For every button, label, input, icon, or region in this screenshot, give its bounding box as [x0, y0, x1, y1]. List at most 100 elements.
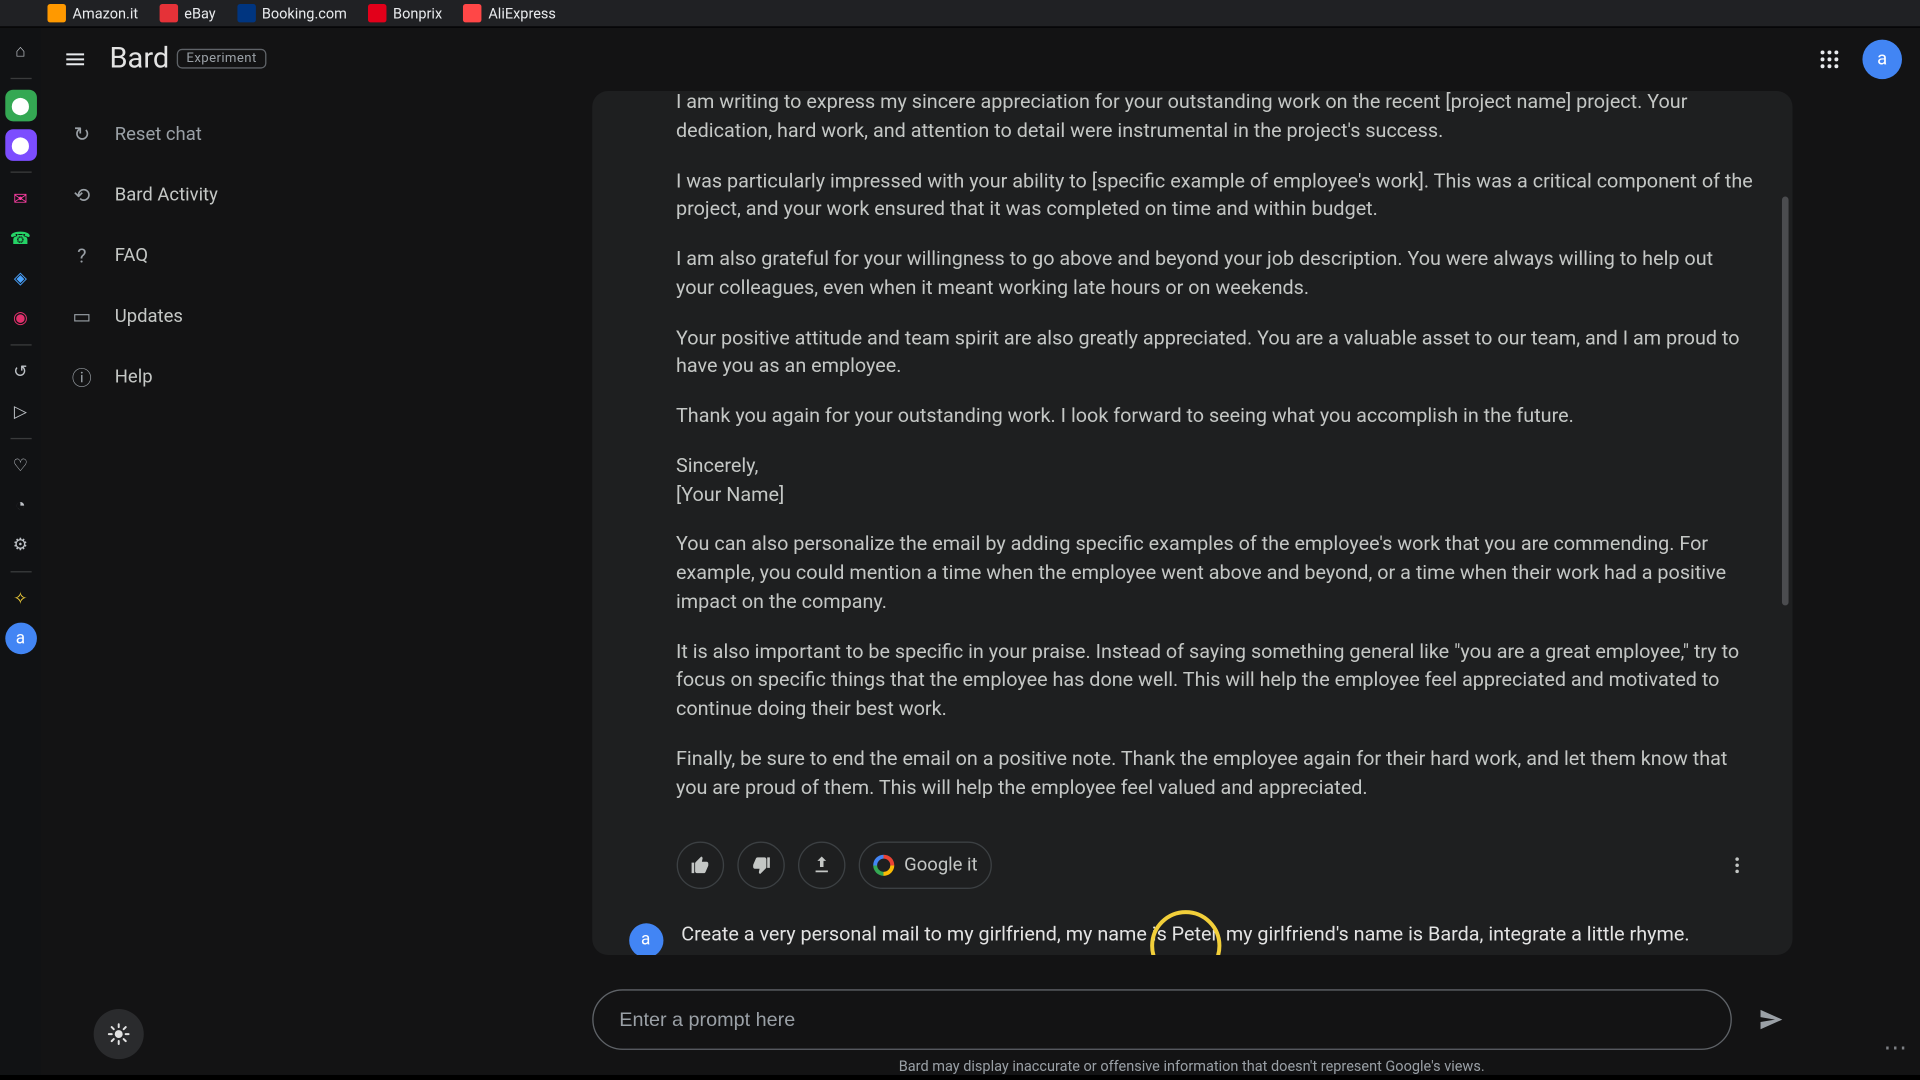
page: Bard Experiment a	[41, 28, 1920, 1075]
account-avatar[interactable]: a	[1862, 39, 1902, 79]
composer	[592, 989, 1792, 1050]
rail-gear-icon[interactable]: ⚙	[5, 529, 37, 561]
updates-icon: ▭	[67, 302, 96, 331]
sidebar-item-label: Reset chat	[115, 124, 202, 145]
sidebar-item-reset-chat[interactable]: ↻ Reset chat	[51, 107, 452, 162]
rail-app3-icon[interactable]: ◈	[5, 262, 37, 294]
google-logo-icon	[873, 855, 894, 876]
top-bar: Bard Experiment a	[41, 28, 1920, 91]
sidebar-item-updates[interactable]: ▭ Updates	[51, 289, 452, 344]
rail-separator	[10, 344, 31, 345]
help-filled-icon: ⓘ	[67, 363, 96, 392]
user-line: Create a very personal mail to my girlfr…	[681, 921, 1689, 950]
thumbs-up-button[interactable]	[676, 842, 723, 889]
aliexpress-favicon-icon	[463, 4, 481, 22]
more-vertical-icon	[1726, 855, 1747, 876]
google-it-label: Google it	[904, 855, 977, 876]
refresh-icon: ↻	[67, 120, 96, 149]
bookmark-label: Booking.com	[262, 5, 347, 22]
user-avatar-letter: a	[641, 928, 650, 953]
thumbs-down-icon	[750, 855, 771, 876]
rail-app1-icon[interactable]: ⬤	[5, 90, 37, 122]
message-actions: Google it	[629, 842, 1755, 889]
bookmark-label: Amazon.it	[73, 5, 139, 22]
theme-toggle-button[interactable]	[94, 1009, 144, 1059]
google-it-button[interactable]: Google it	[858, 842, 992, 889]
apps-grid-icon	[1818, 47, 1842, 71]
bookmarks-bar: Amazon.it eBay Booking.com Bonprix AliEx…	[0, 0, 1920, 28]
bookmark-amazon[interactable]: Amazon.it	[47, 4, 138, 22]
bookmark-ebay[interactable]: eBay	[159, 4, 215, 22]
rail-separator	[10, 438, 31, 439]
share-icon	[811, 855, 832, 876]
more-options-button[interactable]	[1718, 847, 1755, 884]
bonprix-favicon-icon	[368, 4, 386, 22]
sidebar-item-label: Updates	[115, 306, 183, 327]
bookmark-booking[interactable]: Booking.com	[237, 4, 347, 22]
assistant-paragraph: Your positive attitude and team spirit a…	[676, 324, 1755, 381]
left-nav: ↻ Reset chat ⟲ Bard Activity ? FAQ ▭ Upd…	[41, 91, 463, 1075]
history-icon: ⟲	[67, 181, 96, 210]
rail-sparkle-icon[interactable]: ✧	[5, 583, 37, 615]
sidebar-item-label: FAQ	[115, 245, 148, 266]
bookmark-bonprix[interactable]: Bonprix	[368, 4, 442, 22]
rail-history-icon[interactable]: ↺	[5, 356, 37, 388]
assistant-paragraph: I was particularly impressed with your a…	[676, 167, 1755, 224]
rail-heart-icon[interactable]: ♡	[5, 450, 37, 482]
thumbs-down-button[interactable]	[737, 842, 784, 889]
assistant-message: I am writing to express my sincere appre…	[629, 96, 1755, 834]
avatar-letter: a	[1877, 48, 1887, 69]
rail-separator	[10, 78, 31, 79]
rail-instagram-icon[interactable]: ◉	[5, 302, 37, 334]
sidebar-item-label: Bard Activity	[115, 185, 218, 206]
rail-separator	[10, 571, 31, 572]
brand-name: Bard	[109, 42, 169, 75]
sidebar-item-help[interactable]: ⓘ Help	[51, 350, 452, 405]
panel-scrollbar[interactable]	[1781, 197, 1788, 606]
google-apps-button[interactable]	[1810, 39, 1850, 79]
thumbs-up-icon	[689, 855, 710, 876]
assistant-paragraph: I am also grateful for your willingness …	[676, 245, 1755, 302]
main-area: I am writing to express my sincere appre…	[463, 91, 1920, 1075]
sun-icon	[107, 1022, 131, 1046]
menu-toggle-button[interactable]	[54, 38, 96, 80]
bookmark-label: AliExpress	[488, 5, 556, 22]
send-icon	[1756, 1005, 1785, 1034]
bookmark-label: eBay	[184, 5, 215, 22]
assistant-paragraph: [Your Name]	[676, 481, 1755, 510]
disclaimer-text: Bard may display inaccurate or offensive…	[899, 1058, 1485, 1075]
bookmark-aliexpress[interactable]: AliExpress	[463, 4, 556, 22]
ebay-favicon-icon	[159, 4, 177, 22]
sidebar-item-faq[interactable]: ? FAQ	[51, 228, 452, 283]
rail-app2-icon[interactable]: ⬤	[5, 129, 37, 161]
hamburger-icon	[63, 47, 87, 71]
user-message-text: Create a very personal mail to my girlfr…	[681, 921, 1689, 955]
assistant-paragraph: Sincerely,	[676, 452, 1755, 481]
user-avatar: a	[629, 924, 663, 955]
browser-menu-icon[interactable]: ⋯	[1884, 1034, 1908, 1062]
browser-rail: ⌂ ⬤ ⬤ ✉ ☎ ◈ ◉ ↺ ▷ ♡ ◔ ⚙ ✧ a	[0, 28, 41, 1075]
rail-avatar-icon[interactable]: a	[5, 623, 37, 655]
sidebar-item-label: Help	[115, 367, 153, 388]
rail-separator	[10, 171, 31, 172]
assistant-paragraph: Thank you again for your outstanding wor…	[676, 402, 1755, 431]
rail-play-icon[interactable]: ▷	[5, 396, 37, 428]
assistant-paragraph: You can also personalize the email by ad…	[676, 531, 1755, 617]
assistant-paragraph: It is also important to be specific in y…	[676, 638, 1755, 724]
rail-clock-icon[interactable]: ◔	[5, 489, 37, 521]
prompt-input[interactable]	[592, 989, 1732, 1050]
rail-home-icon[interactable]: ⌂	[5, 36, 37, 68]
sidebar-item-bard-activity[interactable]: ⟲ Bard Activity	[51, 168, 452, 223]
booking-favicon-icon	[237, 4, 255, 22]
bookmark-label: Bonprix	[393, 5, 442, 22]
share-button[interactable]	[797, 842, 844, 889]
rail-messenger-icon[interactable]: ✉	[5, 183, 37, 215]
amazon-favicon-icon	[47, 4, 65, 22]
help-icon: ?	[67, 241, 96, 270]
assistant-paragraph: I am writing to express my sincere appre…	[676, 91, 1755, 146]
brand: Bard Experiment	[109, 42, 265, 75]
rail-whatsapp-icon[interactable]: ☎	[5, 223, 37, 255]
chat-panel: I am writing to express my sincere appre…	[592, 91, 1792, 955]
experiment-chip: Experiment	[177, 49, 266, 69]
send-button[interactable]	[1750, 998, 1792, 1040]
